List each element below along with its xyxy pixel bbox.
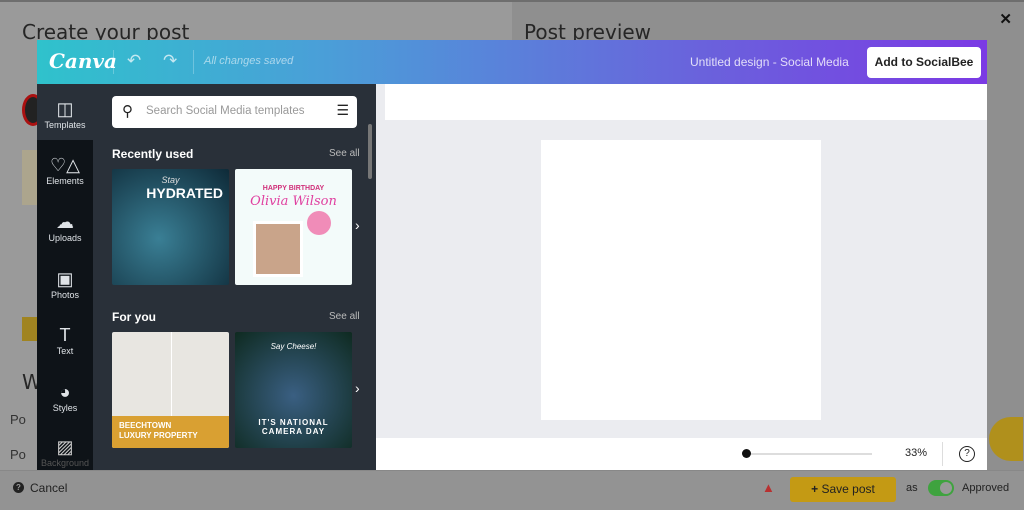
canvas-toolbar (385, 84, 987, 120)
cancel-button[interactable]: Cancel (30, 481, 67, 495)
next-arrow-icon[interactable]: › (355, 380, 360, 396)
zoom-bar: 33% ? (376, 438, 987, 470)
approved-toggle[interactable] (928, 480, 954, 496)
close-icon[interactable]: ✕ (999, 10, 1012, 28)
template-text: Say Cheese! (270, 342, 317, 351)
search-placeholder: Search Social Media templates (146, 105, 305, 117)
template-thumbnail[interactable]: HAPPY BIRTHDAY Olivia Wilson (235, 169, 352, 285)
sidebar-item-templates[interactable]: ◫ Templates (37, 88, 93, 144)
sidebar-item-uploads[interactable]: ☁ Uploads (37, 201, 93, 257)
search-icon: ⚲ (122, 103, 133, 120)
chat-bubble-button[interactable] (989, 417, 1023, 461)
search-input[interactable]: ⚲ Search Social Media templates ☰ (112, 96, 357, 128)
template-text: HYDRATED (146, 185, 223, 201)
filter-icon[interactable]: ☰ (336, 102, 349, 119)
template-thumbnail[interactable]: BEECHTOWN LUXURY PROPERTY (112, 332, 229, 448)
template-text: Stay (161, 175, 180, 185)
help-circle-icon: ? (13, 482, 24, 493)
design-canvas-area: 33% ? (376, 84, 987, 470)
canva-topbar: Canva ↶ ↷ All changes saved Untitled des… (37, 40, 987, 84)
redo-icon[interactable]: ↷ (163, 51, 177, 71)
section-title: Recently used (112, 147, 194, 161)
sidebar-label: Styles (52, 403, 78, 413)
template-text: HAPPY BIRTHDAY (262, 185, 325, 192)
sidebar-item-background[interactable]: ▨ Background (37, 426, 93, 482)
approved-label: Approved (962, 482, 1010, 494)
canva-editor: Canva ↶ ↷ All changes saved Untitled des… (37, 40, 987, 470)
template-text: Olivia Wilson (250, 194, 337, 209)
design-page[interactable] (541, 140, 821, 420)
see-all-link[interactable]: See all (329, 148, 360, 159)
canva-sidebar: ◫ Templates ♡△ Elements ☁ Uploads ▣ Photos T… (37, 84, 93, 470)
section-title: For you (112, 310, 156, 324)
next-arrow-icon[interactable]: › (355, 217, 360, 233)
elements-icon: ♡△ (50, 155, 80, 175)
warning-icon: ▲ (762, 480, 775, 495)
palette-icon: ◕ (59, 382, 71, 402)
templates-panel: ⚲ Search Social Media templates ☰ Recent… (93, 84, 376, 470)
sidebar-item-elements[interactable]: ♡△ Elements (37, 144, 93, 200)
text-icon: T (59, 325, 71, 345)
see-all-link[interactable]: See all (329, 311, 360, 322)
add-to-socialbee-button[interactable]: Add to SocialBee (867, 47, 981, 78)
sidebar-label: Templates (44, 120, 86, 130)
save-post-label: Save post (821, 482, 875, 496)
template-thumbnail[interactable]: Stay HYDRATED (112, 169, 229, 285)
list-item[interactable]: Po (10, 447, 26, 462)
save-status: All changes saved (204, 55, 294, 67)
sidebar-item-text[interactable]: T Text (37, 314, 93, 370)
design-title[interactable]: Untitled design - Social Media (690, 55, 849, 69)
sidebar-label: Uploads (48, 233, 82, 243)
photos-icon: ▣ (56, 269, 74, 289)
sidebar-label: Background (40, 458, 90, 468)
undo-icon[interactable]: ↶ (127, 51, 141, 71)
template-text: BEECHTOWN (119, 421, 172, 430)
sidebar-item-photos[interactable]: ▣ Photos (37, 258, 93, 314)
zoom-slider[interactable] (742, 453, 872, 455)
upload-icon: ☁ (56, 212, 74, 232)
canva-logo: Canva (49, 49, 117, 73)
sidebar-label: Text (56, 346, 74, 356)
template-text: IT'S NATIONAL CAMERA DAY (258, 418, 329, 436)
list-item[interactable]: Po (10, 412, 26, 427)
panel-scrollbar[interactable] (368, 124, 372, 179)
zoom-slider-handle[interactable] (742, 449, 751, 458)
template-text: LUXURY PROPERTY (119, 431, 198, 440)
footer-bar: ? Cancel ▲ + Save post as Approved (0, 470, 1024, 510)
help-icon[interactable]: ? (959, 446, 975, 462)
template-thumbnail[interactable]: Say Cheese! IT'S NATIONAL CAMERA DAY (235, 332, 352, 448)
as-label: as (906, 482, 918, 494)
sidebar-label: Photos (50, 290, 80, 300)
sidebar-label: Elements (46, 176, 84, 186)
sidebar-item-styles[interactable]: ◕ Styles (37, 371, 93, 427)
save-post-button[interactable]: + Save post (790, 477, 896, 502)
background-icon: ▨ (56, 437, 74, 457)
zoom-level[interactable]: 33% (905, 447, 927, 459)
templates-icon: ◫ (56, 99, 74, 119)
